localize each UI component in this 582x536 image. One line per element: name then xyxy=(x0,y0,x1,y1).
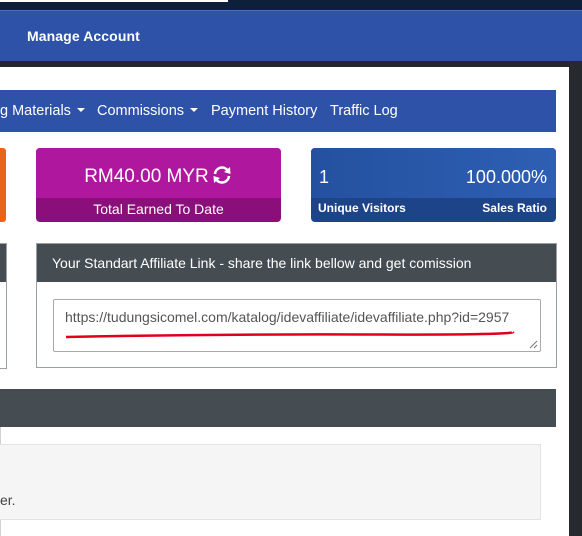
list-item-text: er. xyxy=(0,492,16,508)
bottom-panel-header xyxy=(0,389,556,427)
sales-ratio-value: 100.000% xyxy=(465,167,547,187)
top-bar-highlight xyxy=(0,0,228,2)
account-bar: Manage Account xyxy=(0,11,582,61)
earned-amount-value: RM40.00 MYR xyxy=(84,166,209,187)
top-bar xyxy=(0,0,582,11)
resize-grip-icon[interactable] xyxy=(529,340,538,349)
visitors-tile: 1 100.000% Unique Visitors Sales Ratio xyxy=(311,148,556,222)
sales-ratio-label: Sales Ratio xyxy=(482,201,547,215)
chevron-down-icon xyxy=(190,108,199,112)
affiliate-link-textarea[interactable]: https://tudungsicomel.com/katalog/idevaf… xyxy=(53,299,541,352)
total-earned-tile: RM40.00 MYR Total Earned To Date xyxy=(36,148,281,222)
affiliate-link-heading: Your Standart Affiliate Link - share the… xyxy=(52,255,472,271)
total-earned-caption: Total Earned To Date xyxy=(93,201,224,217)
total-earned-amount: RM40.00 MYR xyxy=(36,165,281,191)
nav-item-label: g Materials xyxy=(0,103,71,119)
nav-item-label: Commissions xyxy=(97,103,185,119)
affiliate-link-header: Your Standart Affiliate Link - share the… xyxy=(37,244,556,282)
chevron-down-icon xyxy=(76,108,85,112)
unique-visitors-label: Unique Visitors xyxy=(318,201,406,215)
left-panel-partial xyxy=(0,243,7,369)
nav-item-label: Traffic Log xyxy=(330,103,398,119)
refresh-icon[interactable] xyxy=(211,165,233,191)
manage-account-link[interactable]: Manage Account xyxy=(27,28,140,44)
nav-item-payment-history[interactable]: Payment History xyxy=(211,103,317,119)
stat-tile-partial xyxy=(0,148,6,222)
list-item: er. xyxy=(0,482,541,520)
affiliate-link-panel: Your Standart Affiliate Link - share the… xyxy=(36,243,557,368)
list-item xyxy=(0,444,541,484)
nav-item-marketing-materials[interactable]: g Materials xyxy=(0,103,85,119)
nav-item-label: Payment History xyxy=(211,103,318,119)
red-underline-annotation xyxy=(65,331,515,339)
unique-visitors-count: 1 xyxy=(319,167,330,187)
nav-item-commissions[interactable]: Commissions xyxy=(97,103,199,119)
affiliate-link-value: https://tudungsicomel.com/katalog/idevaf… xyxy=(65,309,515,339)
nav-item-traffic-log[interactable]: Traffic Log xyxy=(330,103,398,119)
left-panel-header xyxy=(0,244,6,282)
main-nav: g Materials Commissions Payment History … xyxy=(0,90,556,132)
affiliate-link-text: https://tudungsicomel.com/katalog/idevaf… xyxy=(65,309,510,325)
right-background-strip xyxy=(569,61,582,536)
